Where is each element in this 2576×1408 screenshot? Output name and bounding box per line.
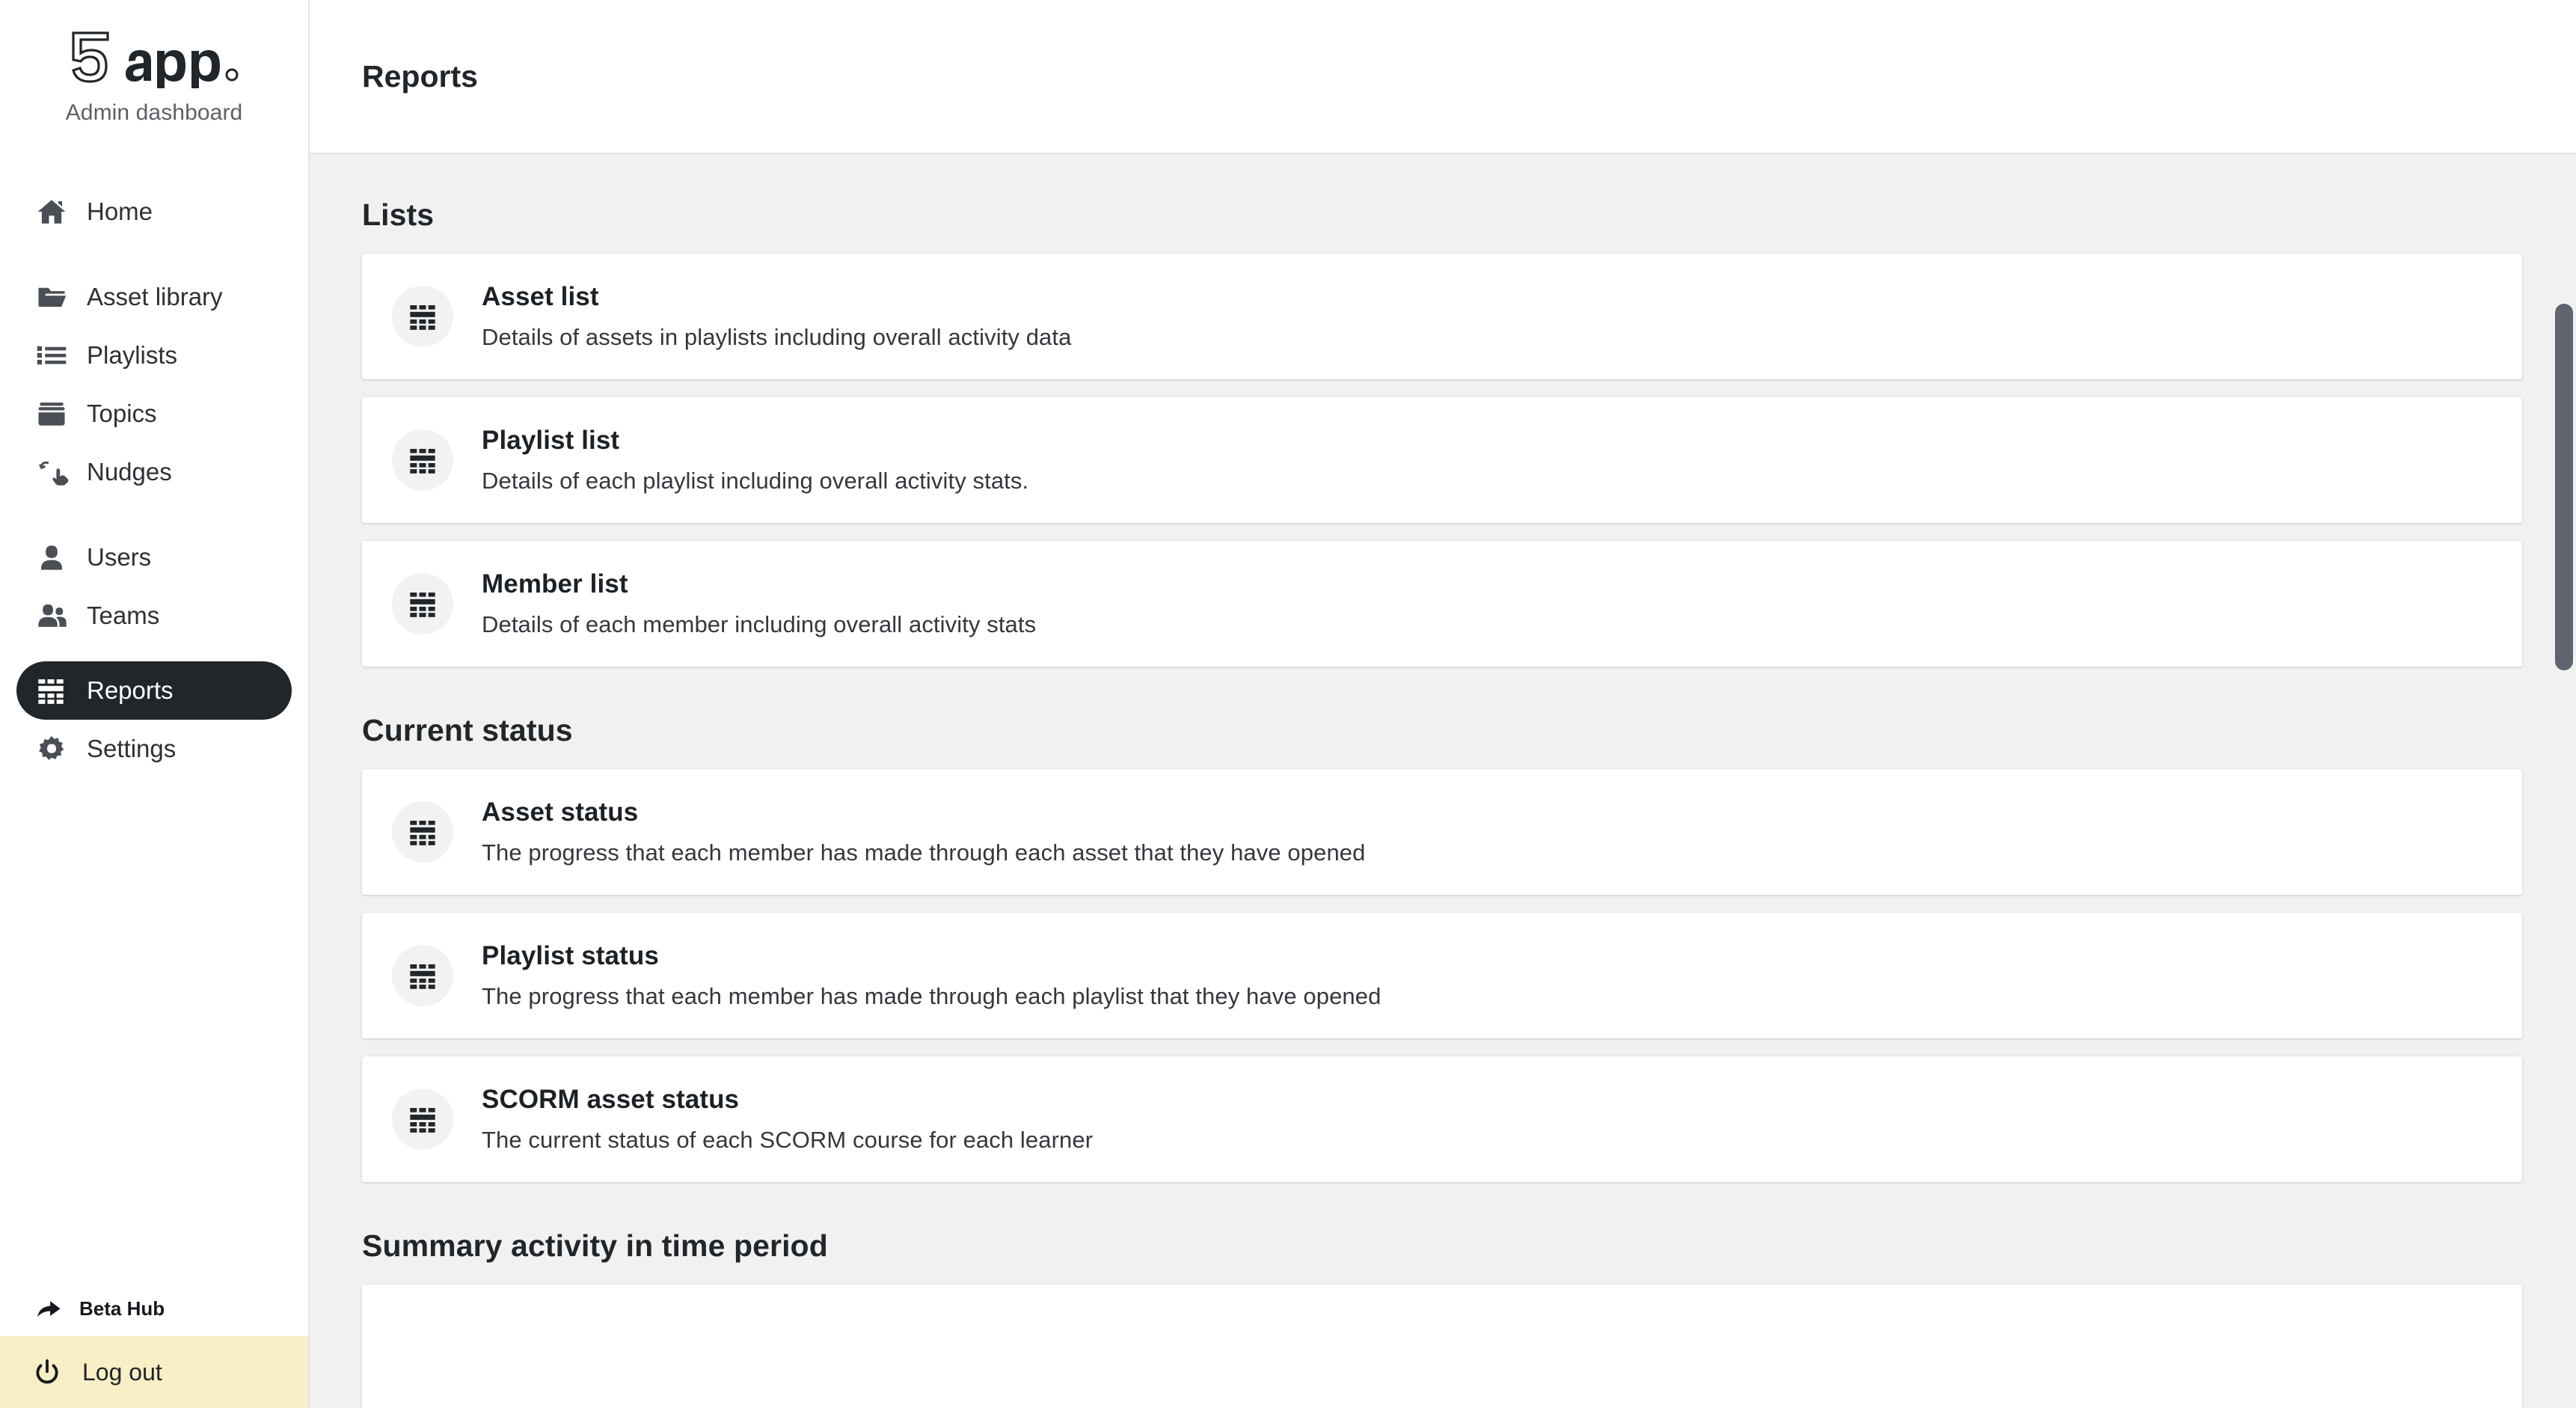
- card-title: Asset list: [482, 282, 599, 311]
- logo-5app: [66, 16, 242, 88]
- app-root: Admin dashboard Home Asset library Playl…: [0, 0, 2576, 1408]
- sidebar-item-label: Home: [87, 198, 153, 225]
- card-title: SCORM asset status: [482, 1085, 740, 1114]
- sidebar-item-reports[interactable]: Reports: [16, 661, 292, 720]
- sidebar-item-settings[interactable]: Settings: [16, 720, 292, 778]
- scrollbar-track[interactable]: [2554, 154, 2576, 1408]
- grid-table-icon: [392, 1089, 453, 1150]
- card-text: Playlist list Details of each playlist i…: [482, 426, 1028, 495]
- grid-table-icon: [392, 945, 453, 1006]
- user-icon: [36, 542, 70, 573]
- scrollbar-thumb[interactable]: [2555, 304, 2573, 670]
- card-text: Asset status The progress that each memb…: [482, 798, 1365, 866]
- sidebar-item-home[interactable]: Home: [16, 183, 292, 241]
- report-card-member-list[interactable]: Member list Details of each member inclu…: [362, 541, 2522, 667]
- sidebar-item-topics[interactable]: Topics: [16, 385, 292, 443]
- grid-table-icon: [392, 286, 453, 347]
- card-description: The progress that each member has made t…: [482, 839, 1366, 866]
- report-card-playlist-list[interactable]: Playlist list Details of each playlist i…: [362, 397, 2522, 523]
- section-heading-summary-activity: Summary activity in time period: [362, 1228, 828, 1263]
- page-title: Reports: [362, 58, 478, 94]
- users-icon: [36, 599, 70, 632]
- card-description: Details of each member including overall…: [482, 611, 1037, 637]
- brand-subtitle: Admin dashboard: [65, 100, 243, 125]
- card-description: Details of assets in playlists including…: [482, 324, 1072, 350]
- brand-block: Admin dashboard: [0, 0, 308, 126]
- home-icon: [36, 196, 70, 227]
- beta-hub-label: Beta Hub: [79, 1297, 165, 1320]
- report-card-scorm-asset-status[interactable]: SCORM asset status The current status of…: [362, 1056, 2522, 1182]
- card-title: Asset status: [482, 798, 639, 827]
- sidebar-item-label: Reports: [87, 676, 174, 704]
- section-heading-current-status: Current status: [362, 713, 573, 747]
- card-text: SCORM asset status The current status of…: [482, 1085, 1093, 1154]
- gear-icon: [36, 733, 70, 765]
- card-title: Playlist status: [482, 941, 659, 970]
- card-text: Member list Details of each member inclu…: [482, 569, 1036, 638]
- sidebar-item-label: Playlists: [87, 341, 178, 369]
- grid-table-icon: [392, 801, 453, 863]
- sidebar-item-label: Teams: [87, 602, 160, 629]
- reports-content: Lists Asset list Details of assets in pl…: [310, 154, 2576, 1408]
- report-card-asset-list[interactable]: Asset list Details of assets in playlist…: [362, 254, 2522, 379]
- card-title: Playlist list: [482, 426, 620, 455]
- report-card-asset-status[interactable]: Asset status The progress that each memb…: [362, 769, 2522, 895]
- folder-open-icon: [36, 281, 70, 313]
- sidebar-item-teams[interactable]: Teams: [16, 587, 292, 645]
- report-card-playlist-status[interactable]: Playlist status The progress that each m…: [362, 913, 2522, 1038]
- report-card-partial[interactable]: [362, 1285, 2522, 1408]
- grid-table-icon: [392, 429, 453, 491]
- card-description: The progress that each member has made t…: [482, 983, 1381, 1009]
- grid-table-icon: [392, 573, 453, 634]
- archive-box-icon: [36, 398, 70, 429]
- sidebar-item-label: Topics: [87, 400, 157, 427]
- hand-pointer-icon: [36, 456, 70, 488]
- sidebar-item-playlists[interactable]: Playlists: [16, 326, 292, 385]
- logo-dot-icon: [225, 68, 239, 82]
- sidebar: Admin dashboard Home Asset library Playl…: [0, 0, 310, 1408]
- page-header: Reports: [310, 0, 2576, 154]
- list-icon: [36, 340, 70, 371]
- sidebar-nav: Home Asset library Playlists Topics Nudg…: [0, 183, 308, 778]
- card-text: Playlist status The progress that each m…: [482, 941, 1381, 1010]
- sidebar-item-label: Asset library: [87, 283, 223, 310]
- card-description: The current status of each SCORM course …: [482, 1127, 1094, 1153]
- sidebar-item-users[interactable]: Users: [16, 528, 292, 587]
- card-text: Asset list Details of assets in playlist…: [482, 282, 1071, 351]
- beta-hub-link[interactable]: Beta Hub: [0, 1281, 308, 1336]
- sidebar-item-label: Settings: [87, 735, 177, 762]
- power-icon: [33, 1358, 66, 1386]
- sidebar-item-label: Users: [87, 543, 152, 571]
- logout-button[interactable]: Log out: [0, 1336, 308, 1408]
- card-description: Details of each playlist including overa…: [482, 468, 1029, 494]
- sidebar-item-nudges[interactable]: Nudges: [16, 443, 292, 501]
- sidebar-item-label: Nudges: [87, 458, 172, 486]
- sidebar-item-asset-library[interactable]: Asset library: [16, 268, 292, 326]
- grid-table-icon: [36, 676, 70, 705]
- share-arrow-icon: [36, 1296, 66, 1321]
- section-heading-lists: Lists: [362, 198, 435, 232]
- main-area: Reports Lists Asset list Details of asse…: [310, 0, 2576, 1408]
- logout-label: Log out: [82, 1358, 162, 1386]
- card-title: Member list: [482, 569, 628, 599]
